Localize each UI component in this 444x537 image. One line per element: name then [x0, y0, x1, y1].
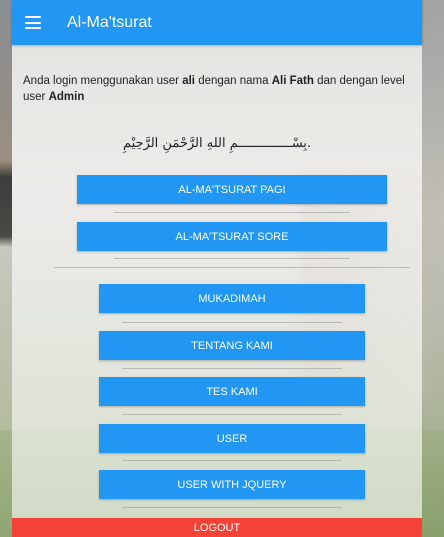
tentang-kami-button[interactable]: TENTANG KAMI — [99, 331, 365, 360]
login-info-text: Anda login menggunakan user ali dengan n… — [23, 73, 413, 105]
divider — [122, 460, 342, 461]
login-info-level: Admin — [48, 91, 85, 103]
divider — [114, 212, 350, 213]
divider — [122, 322, 342, 323]
app-title: Al-Ma'tsurat — [67, 13, 152, 31]
hamburger-menu-icon[interactable] — [25, 16, 41, 29]
matsurat-sore-button[interactable]: AL-MA'TSURAT SORE — [77, 222, 387, 251]
divider — [114, 258, 350, 259]
section-divider — [54, 267, 410, 268]
app-bar: Al-Ma'tsurat — [12, 0, 422, 45]
divider — [122, 368, 342, 369]
login-info-prefix: Anda login menggunakan user — [23, 75, 183, 87]
mukadimah-button[interactable]: MUKADIMAH — [99, 284, 365, 313]
logout-button[interactable]: LOGOUT — [12, 518, 422, 537]
user-button[interactable]: USER — [99, 424, 365, 453]
divider — [122, 507, 342, 508]
login-info-user: ali — [182, 75, 195, 87]
tes-kami-button[interactable]: TES KAMI — [99, 377, 365, 406]
matsurat-pagi-button[interactable]: AL-MA'TSURAT PAGI — [77, 175, 387, 204]
login-info-name: Ali Fath — [271, 75, 314, 87]
login-info-middle1: dengan nama — [195, 75, 272, 87]
basmalah-text: .بِسْــــــــــــــمِ اللهِ الرَّحْمَنِ … — [122, 136, 312, 151]
user-with-jquery-button[interactable]: USER WITH JQUERY — [99, 470, 365, 499]
divider — [122, 414, 342, 415]
